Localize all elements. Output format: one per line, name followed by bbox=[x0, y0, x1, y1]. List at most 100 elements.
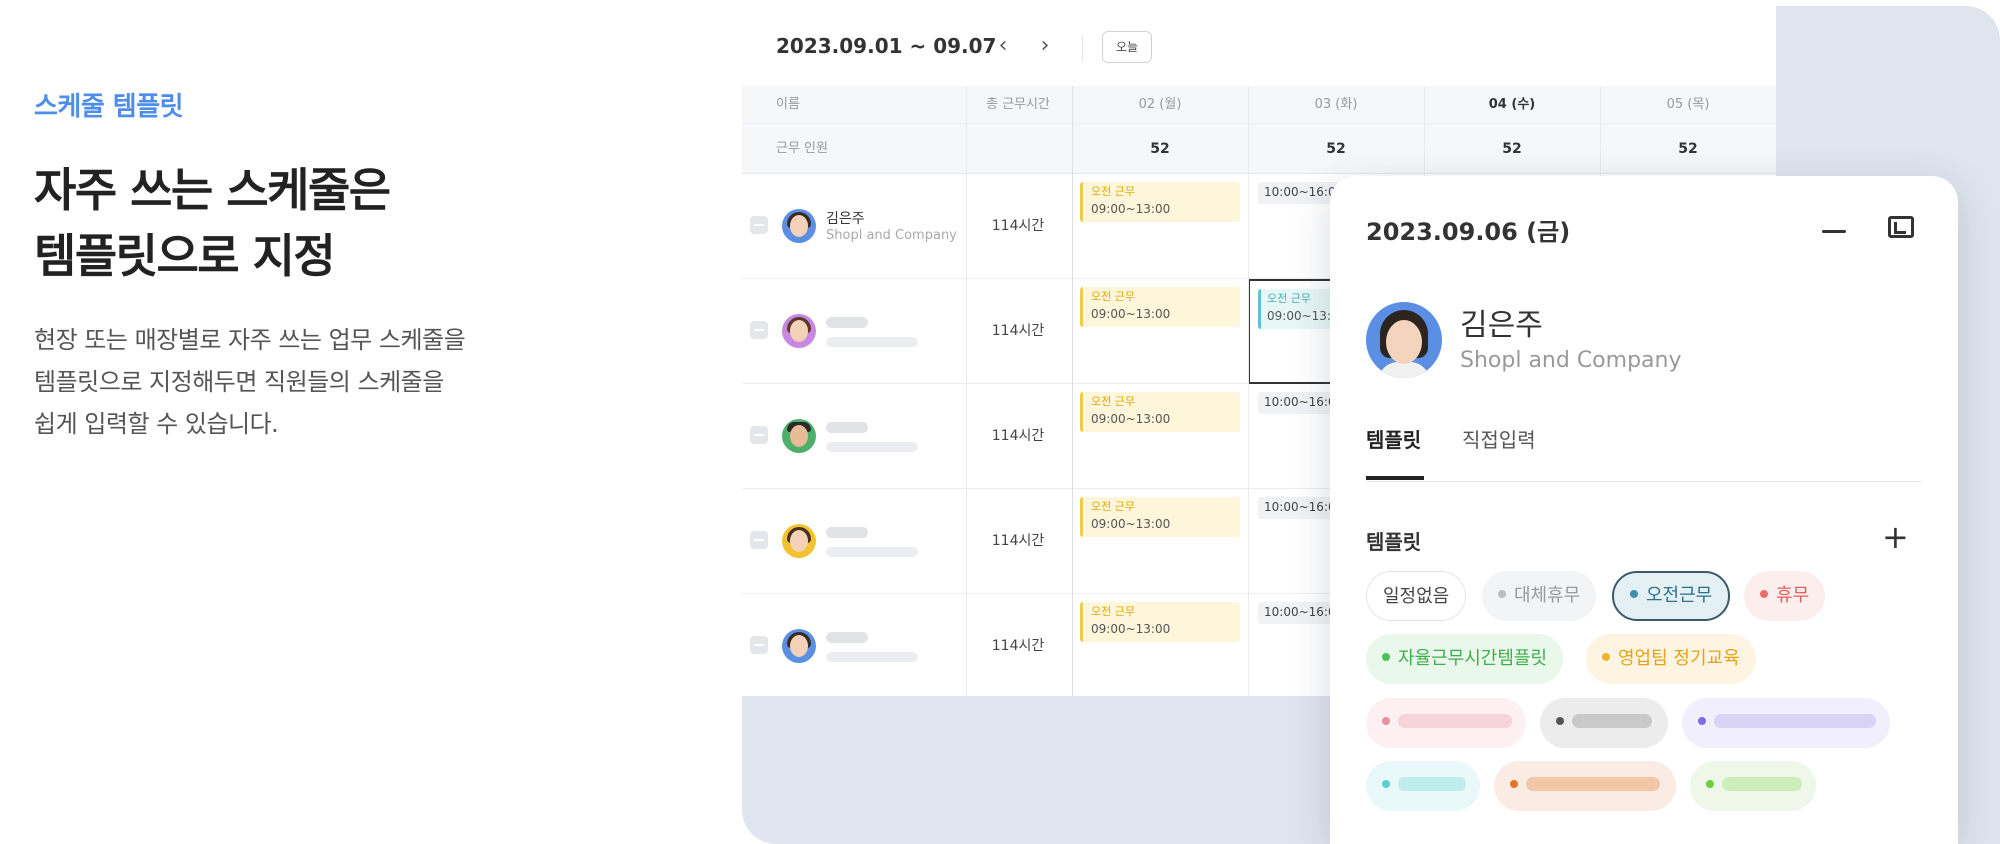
shift-time: 09:00~13:00 bbox=[1091, 202, 1171, 216]
panel-date: 2023.09.06 (금) bbox=[1366, 218, 1571, 246]
expand-icon[interactable] bbox=[1888, 216, 1914, 238]
template-chip-placeholder[interactable] bbox=[1366, 761, 1480, 811]
shift-block[interactable]: 오전 근무 09:00~13:00 bbox=[1080, 602, 1240, 642]
chip-dot bbox=[1706, 780, 1714, 788]
blurred-company bbox=[826, 337, 918, 347]
template-chip-placeholder[interactable] bbox=[1682, 698, 1890, 748]
blurred-name bbox=[826, 527, 868, 538]
chip-label: 오전근무 bbox=[1646, 585, 1713, 606]
column-divider bbox=[1072, 86, 1073, 696]
column-name: 이름 bbox=[776, 97, 800, 112]
staff-count-day-3: 52 bbox=[1502, 141, 1522, 157]
column-day-1[interactable]: 02 (월) bbox=[1072, 86, 1248, 124]
chip-label-placeholder bbox=[1398, 777, 1466, 791]
row-checkbox[interactable] bbox=[750, 426, 768, 444]
total-hours: 114시간 bbox=[991, 218, 1045, 234]
shift-block-secondary[interactable]: 10:00~16:00 bbox=[1258, 497, 1338, 519]
intro-section: 스케줄 템플릿 자주 쓰는 스케줄은 템플릿으로 지정 현장 또는 매장별로 자… bbox=[34, 86, 594, 445]
template-chip-sales-training[interactable]: 영업팀 정기교육 bbox=[1586, 634, 1756, 684]
blurred-company bbox=[826, 547, 918, 557]
panel-employee-company: Shopl and Company bbox=[1460, 348, 1682, 373]
shift-block-secondary[interactable]: 10:00~16:00 bbox=[1258, 602, 1338, 624]
template-chip-placeholder[interactable] bbox=[1366, 698, 1526, 748]
shift-label: 오전 근무 bbox=[1267, 292, 1311, 305]
chip-dot bbox=[1630, 590, 1638, 598]
column-day-3[interactable]: 04 (수) bbox=[1424, 86, 1600, 124]
active-tab-indicator bbox=[1366, 476, 1424, 480]
template-chip-placeholder[interactable] bbox=[1690, 761, 1816, 811]
chip-label-placeholder bbox=[1398, 714, 1512, 728]
staff-count-day-1: 52 bbox=[1150, 141, 1170, 157]
template-chip-substitute-holiday[interactable]: 대체휴무 bbox=[1482, 571, 1597, 621]
chip-dot bbox=[1510, 780, 1518, 788]
template-chip-morning-shift[interactable]: 오전근무 bbox=[1612, 571, 1731, 621]
chip-label: 자율근무시간템플릿 bbox=[1398, 648, 1548, 669]
column-day-2[interactable]: 03 (화) bbox=[1248, 86, 1424, 124]
template-chip-day-off[interactable]: 휴무 bbox=[1744, 571, 1826, 621]
column-day-4[interactable]: 05 (목) bbox=[1600, 86, 1776, 124]
chevron-right-icon[interactable]: › bbox=[1032, 34, 1058, 60]
row-checkbox[interactable] bbox=[750, 216, 768, 234]
panel-employee-name: 김은주 bbox=[1460, 308, 1543, 343]
headline: 자주 쓰는 스케줄은 템플릿으로 지정 bbox=[34, 157, 594, 289]
blurred-name bbox=[826, 317, 868, 328]
minimize-icon[interactable] bbox=[1822, 230, 1846, 233]
template-chip-placeholder[interactable] bbox=[1494, 761, 1676, 811]
selected-cell[interactable]: 오전 근무 09:00~13:00 bbox=[1248, 279, 1338, 384]
staff-count-day-2: 52 bbox=[1326, 141, 1346, 157]
shift-time: 09:00~13:00 bbox=[1091, 307, 1171, 321]
tab-template[interactable]: 템플릿 bbox=[1366, 424, 1421, 453]
staff-count-label: 근무 인원 bbox=[776, 141, 828, 156]
headline-line-2: 템플릿으로 지정 bbox=[34, 229, 336, 283]
description: 현장 또는 매장별로 자주 쓰는 업무 스케줄을 템플릿으로 지정해두면 직원들… bbox=[34, 319, 594, 445]
avatar bbox=[782, 629, 816, 663]
template-chip-placeholder[interactable] bbox=[1540, 698, 1668, 748]
schedule-edit-panel: 2023.09.06 (금) 김은주 Shopl and Company 템플릿… bbox=[1330, 176, 1958, 844]
chevron-left-icon[interactable]: ‹ bbox=[990, 34, 1016, 60]
row-checkbox[interactable] bbox=[750, 636, 768, 654]
column-divider bbox=[1248, 86, 1249, 696]
eyebrow-label: 스케줄 템플릿 bbox=[34, 92, 184, 122]
chip-label: 일정없음 bbox=[1383, 586, 1450, 607]
total-hours: 114시간 bbox=[991, 533, 1045, 549]
column-divider bbox=[966, 86, 967, 696]
column-total-hours: 총 근무시간 bbox=[986, 97, 1050, 112]
template-chip-none[interactable]: 일정없음 bbox=[1366, 571, 1467, 621]
shift-block[interactable]: 오전 근무 09:00~13:00 bbox=[1080, 497, 1240, 537]
template-chip-flexible-hours[interactable]: 자율근무시간템플릿 bbox=[1366, 634, 1564, 684]
avatar bbox=[1366, 302, 1442, 378]
today-button[interactable]: 오늘 bbox=[1102, 31, 1152, 63]
total-hours: 114시간 bbox=[991, 323, 1045, 339]
chip-label-placeholder bbox=[1526, 777, 1660, 791]
shift-time: 09:00~13:00 bbox=[1091, 517, 1171, 531]
shift-block-selected[interactable]: 오전 근무 09:00~13:00 bbox=[1258, 289, 1334, 329]
tab-direct-input[interactable]: 직접입력 bbox=[1462, 424, 1536, 453]
row-checkbox[interactable] bbox=[750, 321, 768, 339]
staff-count-day-4: 52 bbox=[1678, 141, 1698, 157]
chip-label-placeholder bbox=[1714, 714, 1876, 728]
chip-dot bbox=[1760, 590, 1768, 598]
shift-block-secondary[interactable]: 10:00~16:00 bbox=[1258, 182, 1338, 204]
chip-label: 대체휴무 bbox=[1514, 585, 1581, 606]
shift-block[interactable]: 오전 근무 09:00~13:00 bbox=[1080, 287, 1240, 327]
shift-label: 오전 근무 bbox=[1091, 395, 1135, 408]
shift-block-secondary[interactable]: 10:00~16:00 bbox=[1258, 392, 1338, 414]
shift-time: 09:00~13:00 bbox=[1091, 622, 1171, 636]
chip-dot bbox=[1382, 653, 1390, 661]
chip-dot bbox=[1602, 653, 1610, 661]
plus-icon[interactable]: + bbox=[1882, 521, 1909, 553]
schedule-toolbar: 2023.09.01 ~ 09.07 ‹ › 오늘 bbox=[742, 6, 1776, 86]
template-section-title: 템플릿 bbox=[1366, 530, 1422, 554]
shift-block[interactable]: 오전 근무 09:00~13:00 bbox=[1080, 392, 1240, 432]
blurred-name bbox=[826, 422, 868, 433]
shift-label: 오전 근무 bbox=[1091, 605, 1135, 618]
tab-divider bbox=[1366, 481, 1922, 482]
chip-dot bbox=[1382, 780, 1390, 788]
chip-dot bbox=[1698, 717, 1706, 725]
chip-label-placeholder bbox=[1722, 777, 1802, 791]
avatar bbox=[782, 419, 816, 453]
row-checkbox[interactable] bbox=[750, 531, 768, 549]
staff-count-row: 근무 인원 52 52 52 52 bbox=[742, 124, 1776, 174]
description-line-2: 템플릿으로 지정해두면 직원들의 스케줄을 bbox=[34, 368, 444, 396]
shift-block[interactable]: 오전 근무 09:00~13:00 bbox=[1080, 182, 1240, 222]
